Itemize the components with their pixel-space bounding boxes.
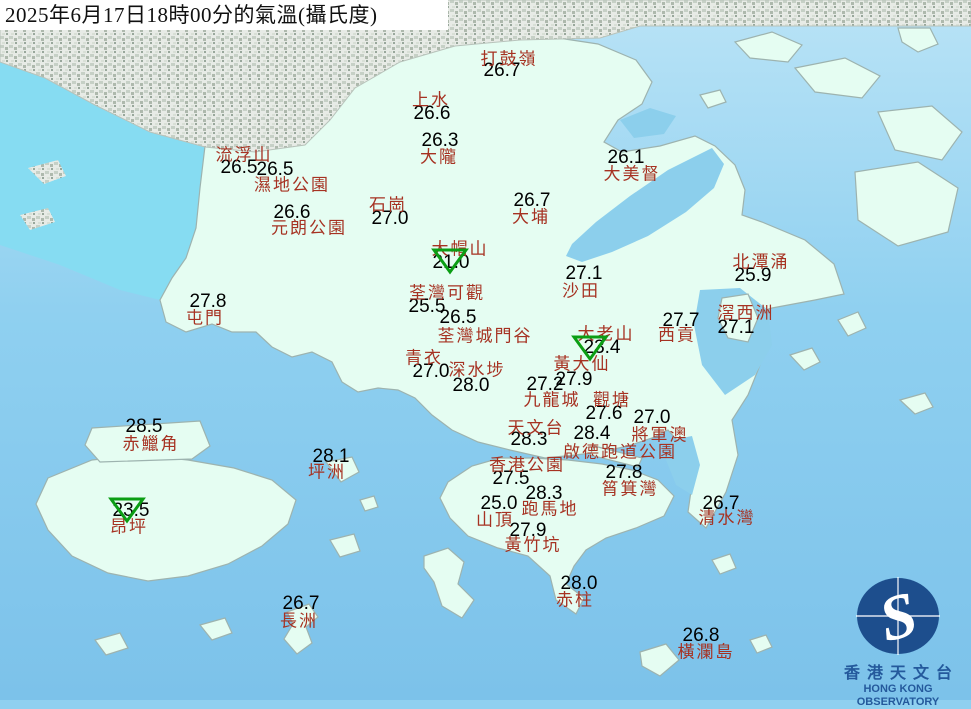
map-title: 2025年6月17日18時00分的氣溫(攝氏度): [0, 0, 448, 30]
airport-island: [85, 421, 210, 462]
hko-logo: S 香港天文台 HONG KONG OBSERVATORY: [828, 566, 968, 709]
hko-name-chinese: 香港天文台: [835, 665, 968, 683]
hong-kong-temperature-map: [0, 0, 971, 700]
hko-name-english: HONG KONG OBSERVATORY: [828, 683, 968, 709]
hko-emblem-icon: S: [828, 566, 968, 660]
